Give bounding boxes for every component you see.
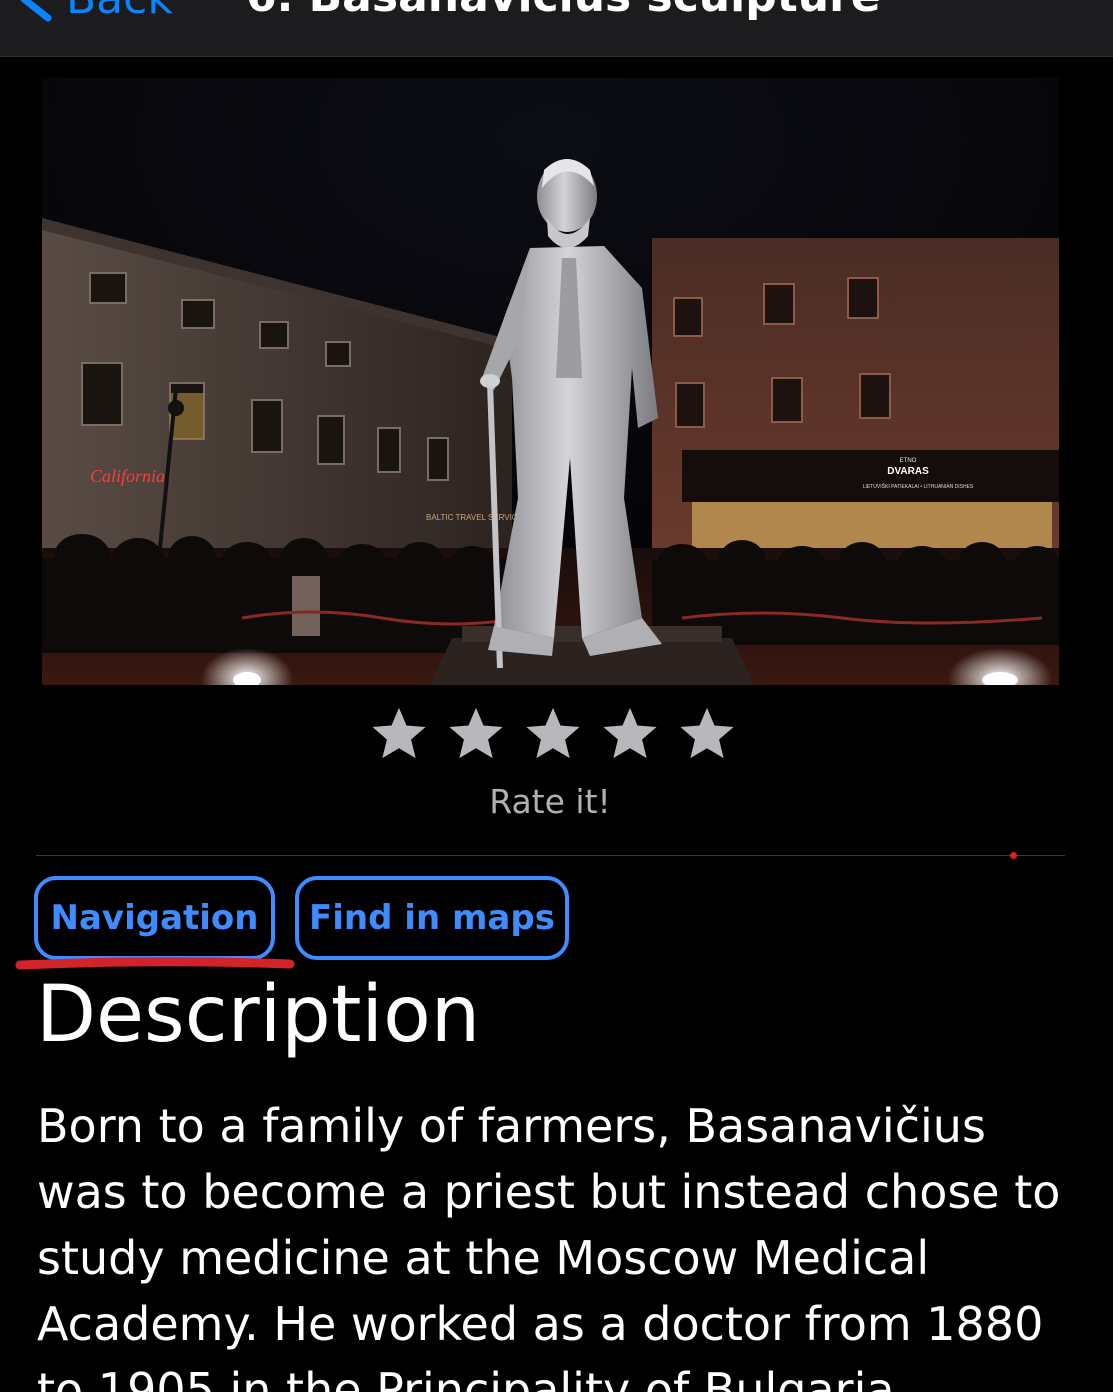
navigation-button[interactable]: Navigation [34, 876, 275, 960]
page-title: 6. Basanavičius sculpture [246, 0, 881, 20]
chevron-left-icon [20, 0, 52, 22]
back-label: Back [66, 0, 173, 22]
divider [36, 855, 1065, 856]
screen: Back 6. Basanavičius sculpture [0, 0, 1113, 1392]
back-button[interactable]: Back [14, 0, 173, 24]
dvaras-sign: DVARAS [887, 466, 929, 477]
annotation-dot [1010, 852, 1017, 859]
etno-sign: ETNO [900, 458, 917, 464]
description-heading: Description [36, 970, 481, 1060]
travel-sign: BALTIC TRAVEL SERVICE [426, 513, 523, 522]
star-icon[interactable] [678, 704, 736, 762]
navigation-bar: Back 6. Basanavičius sculpture [0, 0, 1113, 57]
rate-label: Rate it! [489, 782, 611, 821]
california-sign: California [90, 466, 165, 486]
star-icon[interactable] [601, 704, 659, 762]
star-rating [370, 704, 736, 764]
star-icon[interactable] [370, 704, 428, 762]
star-icon[interactable] [447, 704, 505, 762]
description-body: Born to a family of farmers, Basanavičiu… [37, 1099, 1061, 1392]
star-icon[interactable] [524, 704, 582, 762]
find-in-maps-button[interactable]: Find in maps [295, 876, 569, 960]
dishes-sign: LIETUVIŠKI PATIEKALAI • LITHUANIAN DISHE… [863, 483, 974, 490]
sculpture-photo: California BALTIC TRAVEL SERVICE ETNO DV… [42, 78, 1059, 685]
